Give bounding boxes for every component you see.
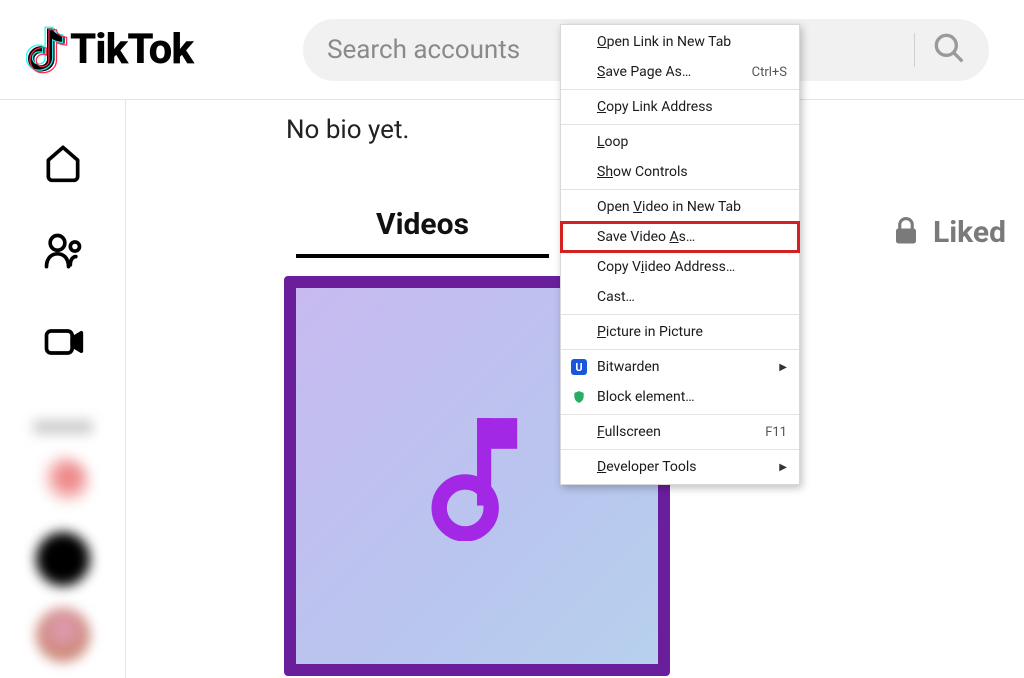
following-icon[interactable]: [41, 230, 85, 274]
cm-separator: [561, 89, 799, 90]
cm-block-element[interactable]: Block element…: [561, 382, 799, 412]
search-divider: [914, 33, 915, 67]
brand-text: TikTok: [70, 25, 193, 74]
cm-copy-link[interactable]: Copy Link Address: [561, 92, 799, 122]
cm-save-video-as[interactable]: Save Video As…: [561, 222, 799, 252]
search-icon[interactable]: [933, 32, 965, 68]
cm-save-page[interactable]: Save Page As… Ctrl+S: [561, 57, 799, 87]
cm-loop[interactable]: Loop: [561, 127, 799, 157]
cm-show-controls[interactable]: Show Controls: [561, 157, 799, 187]
header: TikTok Search accounts: [0, 0, 1024, 100]
cm-fullscreen[interactable]: Fullscreen F11: [561, 417, 799, 447]
cm-picture-in-picture[interactable]: Picture in Picture: [561, 317, 799, 347]
cm-separator: [561, 124, 799, 125]
bitwarden-icon: U: [571, 359, 587, 375]
cm-separator: [561, 414, 799, 415]
home-icon[interactable]: [41, 140, 85, 184]
cm-cast[interactable]: Cast…: [561, 282, 799, 312]
cm-developer-tools[interactable]: Developer Tools ▶: [561, 452, 799, 482]
live-icon[interactable]: [41, 320, 85, 364]
cm-separator: [561, 189, 799, 190]
tiktok-note-icon: [26, 26, 68, 74]
tab-videos[interactable]: Videos: [296, 207, 549, 258]
tab-liked[interactable]: Liked: [891, 215, 1006, 250]
cm-open-video[interactable]: Open Video in New Tab: [561, 192, 799, 222]
brand-logo[interactable]: TikTok: [26, 25, 193, 74]
cm-copy-video-address[interactable]: Copy Viideo Address…: [561, 252, 799, 282]
submenu-arrow-icon: ▶: [779, 462, 787, 473]
shield-icon: [571, 389, 587, 405]
cm-bitwarden[interactable]: U Bitwarden ▶: [561, 352, 799, 382]
avatar[interactable]: [36, 532, 90, 586]
music-note-icon: [429, 411, 525, 541]
cm-open-link[interactable]: Open Link in New Tab: [561, 27, 799, 57]
cm-separator: [561, 314, 799, 315]
context-menu: Open Link in New Tab Save Page As… Ctrl+…: [560, 24, 800, 485]
cm-separator: [561, 349, 799, 350]
suggested-accounts: [33, 420, 93, 662]
cm-separator: [561, 449, 799, 450]
sidebar: [0, 100, 126, 678]
lock-icon: [891, 216, 921, 250]
tab-liked-label: Liked: [933, 215, 1006, 250]
submenu-arrow-icon: ▶: [779, 362, 787, 373]
avatar[interactable]: [36, 608, 90, 662]
avatar[interactable]: [36, 456, 90, 510]
